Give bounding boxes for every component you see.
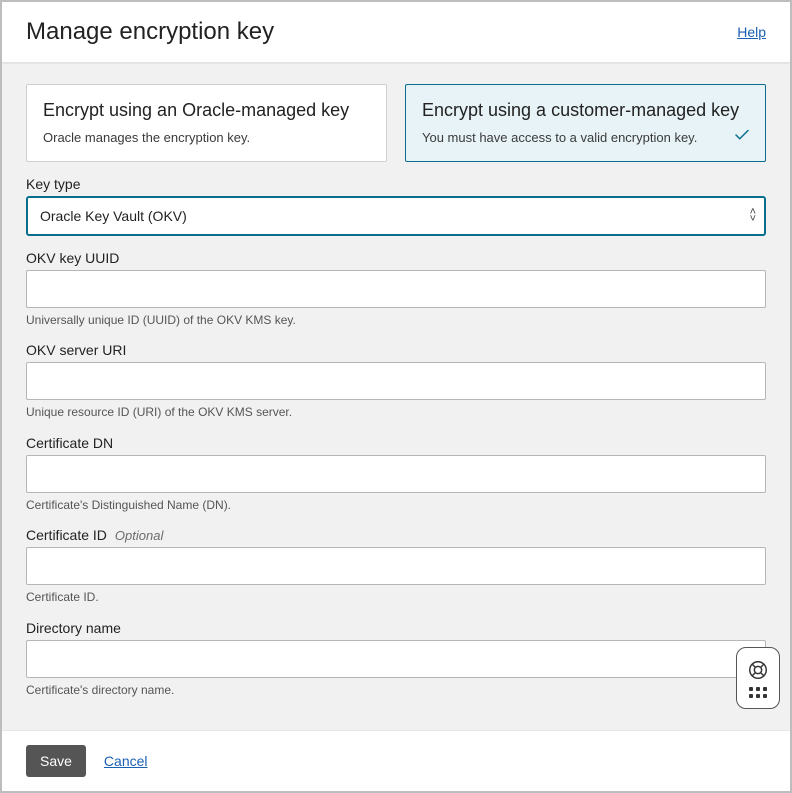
certificate-dn-input[interactable] — [26, 455, 766, 493]
field-certificate-dn: Certificate DN Certificate's Distinguish… — [26, 435, 766, 514]
card-customer-managed[interactable]: Encrypt using a customer-managed key You… — [405, 84, 766, 162]
lifebuoy-icon — [747, 659, 769, 681]
field-label: Certificate DN — [26, 435, 766, 451]
field-helper: Unique resource ID (URI) of the OKV KMS … — [26, 405, 766, 421]
key-management-choice: Encrypt using an Oracle-managed key Orac… — [26, 84, 766, 162]
help-link[interactable]: Help — [737, 24, 766, 40]
field-helper: Universally unique ID (UUID) of the OKV … — [26, 313, 766, 329]
save-button[interactable]: Save — [26, 745, 86, 777]
manage-encryption-key-dialog: Manage encryption key Help Encrypt using… — [0, 0, 792, 793]
dialog-title: Manage encryption key — [26, 18, 274, 46]
card-title: Encrypt using a customer-managed key — [422, 99, 749, 122]
field-key-type: Key type ˄˅ — [26, 176, 766, 236]
drag-handle-icon — [749, 687, 767, 698]
key-type-select[interactable] — [26, 196, 766, 236]
cancel-button[interactable]: Cancel — [104, 753, 148, 769]
certificate-id-input[interactable] — [26, 547, 766, 585]
card-desc: You must have access to a valid encrypti… — [422, 130, 749, 145]
card-desc: Oracle manages the encryption key. — [43, 130, 370, 145]
field-label: Key type — [26, 176, 766, 192]
field-directory-name: Directory name Certificate's directory n… — [26, 620, 766, 699]
field-helper: Certificate's Distinguished Name (DN). — [26, 498, 766, 514]
help-widget[interactable] — [736, 647, 780, 709]
okv-uri-input[interactable] — [26, 362, 766, 400]
field-okv-uri: OKV server URI Unique resource ID (URI) … — [26, 342, 766, 421]
optional-tag: Optional — [115, 528, 163, 543]
checkmark-icon — [733, 126, 751, 147]
field-certificate-id: Certificate ID Optional Certificate ID. — [26, 527, 766, 606]
dialog-body: Encrypt using an Oracle-managed key Orac… — [2, 63, 790, 731]
field-label: OKV server URI — [26, 342, 766, 358]
field-helper: Certificate's directory name. — [26, 683, 766, 699]
dialog-footer: Save Cancel — [2, 731, 790, 791]
field-label: Certificate ID Optional — [26, 527, 766, 543]
okv-uuid-input[interactable] — [26, 270, 766, 308]
directory-name-input[interactable] — [26, 640, 766, 678]
field-label: Directory name — [26, 620, 766, 636]
card-oracle-managed[interactable]: Encrypt using an Oracle-managed key Orac… — [26, 84, 387, 162]
field-okv-uuid: OKV key UUID Universally unique ID (UUID… — [26, 250, 766, 329]
card-title: Encrypt using an Oracle-managed key — [43, 99, 370, 122]
field-label: OKV key UUID — [26, 250, 766, 266]
select-wrap: ˄˅ — [26, 196, 766, 236]
field-label-text: Certificate ID — [26, 527, 107, 543]
dialog-header: Manage encryption key Help — [2, 2, 790, 63]
field-helper: Certificate ID. — [26, 590, 766, 606]
